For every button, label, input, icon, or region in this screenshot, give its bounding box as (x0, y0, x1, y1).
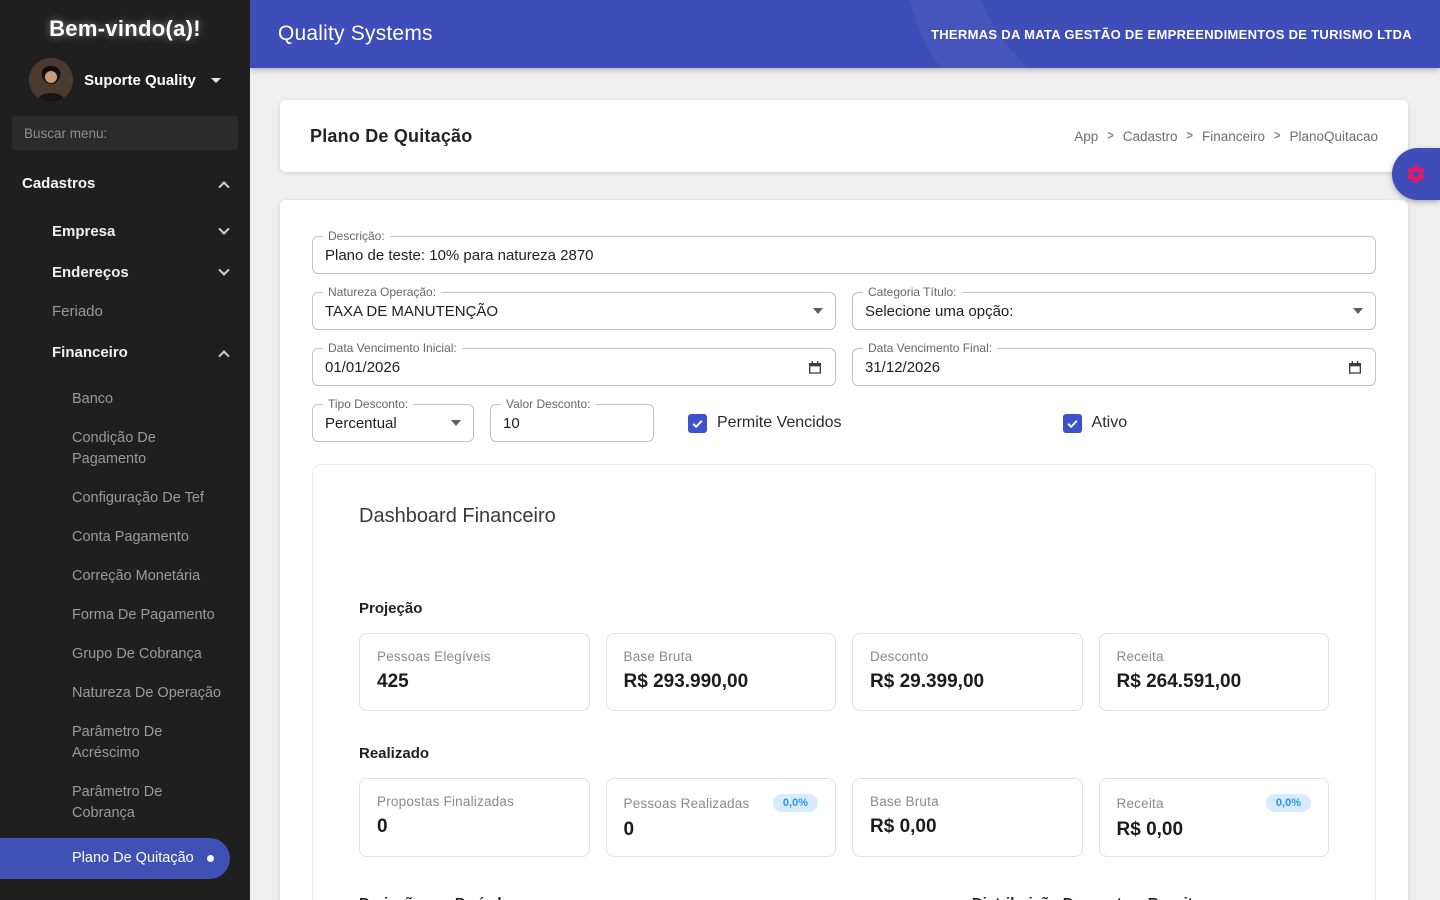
tipo-desconto-value: Percentual (325, 414, 397, 432)
projecao-cards: Pessoas Elegíveis 425 Base Bruta R$ 293.… (359, 633, 1329, 711)
data-vencimento-inicial-field[interactable]: Data Vencimento Inicial: 01/01/2026 (312, 341, 836, 386)
breadcrumb: App > Cadastro > Financeiro > PlanoQuita… (1074, 129, 1378, 144)
checkbox-checked-icon[interactable] (688, 413, 707, 433)
data-vencimento-inicial-label: Data Vencimento Inicial: (323, 341, 462, 355)
breadcrumb-cadastro[interactable]: Cadastro (1123, 129, 1178, 144)
percentage-badge: 0,0% (1265, 794, 1311, 812)
tipo-desconto-label: Tipo Desconto: (323, 397, 414, 411)
stat-card-receita-realizado: Receita 0,0% R$ 0,00 (1098, 778, 1329, 857)
chart-title-projecao-por-periodo: Projeção por Período (359, 895, 511, 900)
user-menu[interactable]: Suporte Quality (10, 58, 240, 102)
sidebar-item-plano-de-quitacao[interactable]: Plano De Quitação (0, 838, 230, 879)
chevron-up-icon (218, 180, 230, 192)
descricao-input[interactable] (325, 246, 1363, 264)
projecao-heading: Projeção (359, 600, 423, 617)
sidebar-item-forma-de-pagamento[interactable]: Forma De Pagamento (0, 597, 250, 634)
active-dot-icon (207, 855, 214, 862)
natureza-operacao-select[interactable]: Natureza Operação: TAXA DE MANUTENÇÃO (312, 285, 836, 330)
plano-quitacao-form: Descrição: Natureza Operação: TAXA DE MA… (280, 200, 1408, 900)
main-area: Quality Systems THERMAS DA MATA GESTÃO D… (250, 0, 1440, 900)
dashboard-title: Dashboard Financeiro (359, 505, 556, 527)
chevron-down-icon (218, 223, 230, 235)
descricao-field[interactable]: Descrição: (312, 229, 1376, 274)
data-vencimento-final-label: Data Vencimento Final: (863, 341, 998, 355)
dropdown-arrow-icon (451, 420, 461, 426)
sidebar-item-financeiro[interactable]: Financeiro (0, 334, 250, 371)
chevron-right-icon: > (1107, 128, 1114, 144)
username: Suporte Quality (84, 71, 196, 89)
top-bar: Quality Systems THERMAS DA MATA GESTÃO D… (250, 0, 1440, 68)
sidebar-item-condicao-de-pagamento[interactable]: Condição De Pagamento (0, 420, 250, 478)
sidebar-item-natureza-de-operacao[interactable]: Natureza De Operação (0, 675, 250, 712)
data-vencimento-final-value: 31/12/2026 (865, 358, 941, 376)
page-title: Plano De Quitação (310, 125, 473, 146)
realizado-cards: Propostas Finalizadas 0 Pessoas Realizad… (359, 778, 1329, 857)
stat-card-propostas-finalizadas: Propostas Finalizadas 0 (359, 778, 590, 857)
sidebar-item-enderecos[interactable]: Endereços (0, 254, 250, 291)
percentage-badge: 0,0% (772, 794, 818, 812)
breadcrumb-financeiro[interactable]: Financeiro (1202, 129, 1265, 144)
natureza-operacao-label: Natureza Operação: (323, 285, 442, 299)
chevron-down-icon (218, 264, 230, 276)
sidebar-item-feriado[interactable]: Feriado (0, 293, 250, 330)
chevron-down-icon (210, 77, 221, 83)
stat-card-receita-projecao: Receita R$ 264.591,00 (1098, 633, 1329, 711)
breadcrumb-planoquitacao[interactable]: PlanoQuitacao (1289, 129, 1378, 144)
sidebar-nav: Cadastros Empresa Endereços Feriado Fina… (0, 160, 250, 879)
valor-desconto-input[interactable] (503, 414, 641, 432)
stat-card-pessoas-realizadas: Pessoas Realizadas 0,0% 0 (605, 778, 836, 857)
categoria-titulo-select[interactable]: Categoria Título: Selecione uma opção: (852, 285, 1376, 330)
calendar-icon[interactable] (1347, 359, 1363, 375)
ativo-checkbox[interactable]: Ativo (1062, 413, 1128, 433)
sidebar-item-configuracao-de-tef[interactable]: Configuração De Tef (0, 480, 250, 517)
chevron-right-icon: > (1274, 128, 1281, 144)
app-window: Bem-vindo(a)! Suporte Quality Buscar men… (0, 0, 1440, 900)
sidebar-item-correcao-monetaria[interactable]: Correção Monetária (0, 558, 250, 595)
sidebar-item-parametro-de-acrescimo[interactable]: Parâmetro De Acréscimo (0, 714, 250, 772)
sidebar-item-empresa[interactable]: Empresa (0, 213, 250, 250)
dropdown-arrow-icon (1353, 308, 1363, 314)
checkbox-checked-icon[interactable] (1062, 413, 1082, 433)
sidebar-item-grupo-de-cobranca[interactable]: Grupo De Cobrança (0, 636, 250, 673)
sidebar-item-conta-pagamento[interactable]: Conta Pagamento (0, 519, 250, 556)
valor-desconto-field[interactable]: Valor Desconto: (490, 397, 654, 442)
breadcrumb-app[interactable]: App (1074, 129, 1098, 144)
natureza-operacao-value: TAXA DE MANUTENÇÃO (325, 302, 499, 320)
welcome-text: Bem-vindo(a)! (49, 16, 201, 41)
dashboard-financeiro-card: Dashboard Financeiro Projeção Pessoas El… (312, 464, 1376, 900)
stat-card-desconto: Desconto R$ 29.399,00 (852, 633, 1083, 711)
tipo-desconto-select[interactable]: Tipo Desconto: Percentual (312, 397, 474, 442)
sidebar-item-parametro-de-cobranca[interactable]: Parâmetro De Cobrança (0, 774, 250, 832)
settings-fab-button[interactable] (1392, 148, 1440, 200)
descricao-label: Descrição: (323, 229, 390, 243)
chevron-right-icon: > (1186, 128, 1193, 144)
categoria-titulo-label: Categoria Título: (863, 285, 962, 299)
realizado-heading: Realizado (359, 745, 430, 762)
data-vencimento-final-field[interactable]: Data Vencimento Final: 31/12/2026 (852, 341, 1376, 386)
permite-vencidos-checkbox[interactable]: Permite Vencidos (688, 413, 842, 433)
stat-card-base-bruta-realizado: Base Bruta R$ 0,00 (852, 778, 1083, 857)
chevron-up-icon (218, 349, 230, 361)
company-name: THERMAS DA MATA GESTÃO DE EMPREENDIMENTO… (930, 26, 1412, 42)
dropdown-arrow-icon (813, 308, 823, 314)
search-input[interactable] (12, 116, 238, 150)
stat-card-pessoas-elegiveis: Pessoas Elegíveis 425 (359, 633, 590, 711)
data-vencimento-inicial-value: 01/01/2026 (325, 358, 401, 376)
sidebar-header: Bem-vindo(a)! Suporte Quality (0, 0, 250, 102)
page-header-card: Plano De Quitação App > Cadastro > Finan… (280, 100, 1408, 172)
stat-card-base-bruta-projecao: Base Bruta R$ 293.990,00 (605, 633, 836, 711)
gear-icon (1407, 165, 1425, 183)
avatar[interactable] (29, 58, 74, 102)
calendar-icon[interactable] (807, 359, 823, 375)
ativo-label: Ativo (1091, 414, 1128, 431)
menu-search (12, 116, 238, 150)
app-title: Quality Systems (278, 22, 433, 45)
sidebar: Bem-vindo(a)! Suporte Quality Buscar men… (0, 0, 250, 900)
permite-vencidos-label: Permite Vencidos (717, 414, 842, 431)
sidebar-item-banco[interactable]: Banco (0, 381, 250, 418)
sidebar-item-cadastros[interactable]: Cadastros (0, 164, 250, 203)
chart-title-distribuicao-desconto-receita: Distribuição Desconto x Receita (972, 895, 1201, 900)
valor-desconto-label: Valor Desconto: (501, 397, 596, 411)
categoria-titulo-value: Selecione uma opção: (865, 302, 1014, 320)
